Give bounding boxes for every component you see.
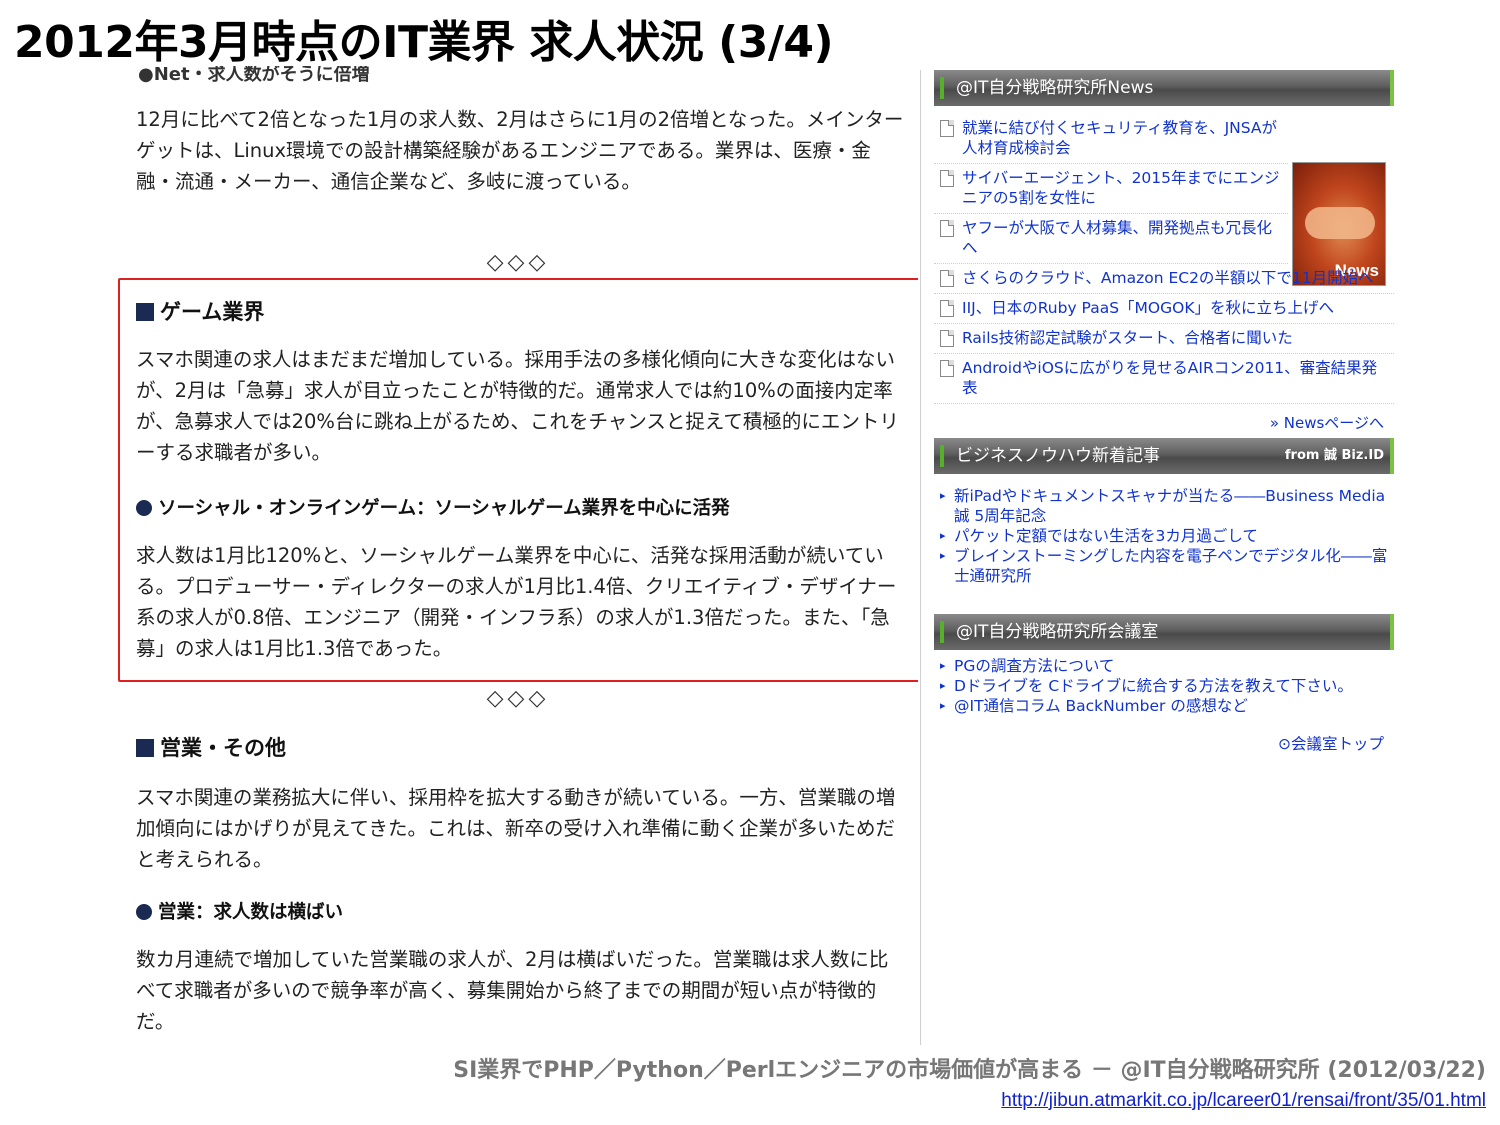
article-content: ●Net・求人数がそうに倍増 12月に比べて2倍となった1月の求人数、2月はさら…: [118, 60, 918, 1040]
meeting-topic-list: PGの調査方法について Dドライブを Cドライブに統合する方法を教えて下さい。 …: [934, 650, 1394, 716]
document-icon: [940, 120, 954, 137]
game-section-paragraph: スマホ関連の求人はまだまだ増加している。採用手法の多様化傾向に大きな変化はないが…: [136, 348, 899, 464]
biz-box-from-label: from 誠 Biz.ID: [1284, 448, 1384, 463]
meeting-box-header: @IT自分戦略研究所会議室: [934, 614, 1394, 650]
news-item[interactable]: さくらのクラウド、Amazon EC2の半額以下で11月開始へ: [934, 264, 1394, 294]
document-icon: [940, 170, 954, 187]
game-section-heading-text: ゲーム業界: [160, 300, 265, 324]
meeting-topic-link[interactable]: Dドライブを Cドライブに統合する方法を教えて下さい。: [938, 676, 1378, 696]
meeting-topic-link[interactable]: PGの調査方法について: [938, 656, 1394, 676]
news-item[interactable]: 就業に結び付くセキュリティ教育を、JNSAが人材育成検討会: [934, 114, 1288, 164]
biz-box-title: ビジネスノウハウ新着記事: [956, 446, 1160, 466]
news-item-link[interactable]: AndroidやiOSに広がりを見せるAIRコン2011、審査結果発表: [962, 358, 1388, 398]
sales-section-heading-text: 営業・その他: [160, 736, 286, 760]
meeting-top-link[interactable]: ⊙会議室トップ: [934, 716, 1394, 754]
sales-section-paragraph: スマホ関連の業務拡大に伴い、採用枠を拡大する動きが続いている。一方、営業職の増加…: [136, 786, 896, 871]
document-icon: [940, 360, 954, 377]
square-bullet-icon: [136, 303, 154, 321]
meeting-box-title: @IT自分戦略研究所会議室: [956, 622, 1159, 642]
handshake-icon: [1305, 207, 1375, 239]
news-item[interactable]: Rails技術認定試験がスタート、合格者に聞いた: [934, 324, 1394, 354]
biz-article-link[interactable]: 新iPadやドキュメントスキャナが当たる――Business Media 誠 5…: [938, 486, 1394, 526]
circle-bullet-icon: [136, 904, 152, 920]
news-item[interactable]: サイバーエージェント、2015年までにエンジニアの5割を女性に: [934, 164, 1288, 214]
biz-article-list: 新iPadやドキュメントスキャナが当たる――Business Media 誠 5…: [934, 474, 1394, 586]
section-separator: ◇◇◇: [486, 686, 550, 711]
news-item-link[interactable]: IIJ、日本のRuby PaaS「MOGOK」を秋に立ち上げへ: [962, 298, 1334, 318]
news-more-link[interactable]: » Newsページへ: [934, 404, 1394, 438]
sales-section-heading: 営業・その他: [136, 732, 286, 762]
source-citation: SI業界でPHP／Python／Perlエンジニアの市場価値が高まる － @IT…: [453, 1058, 1486, 1083]
document-icon: [940, 270, 954, 287]
news-item-link[interactable]: Rails技術認定試験がスタート、合格者に聞いた: [962, 328, 1293, 348]
news-item-link[interactable]: さくらのクラウド、Amazon EC2の半額以下で11月開始へ: [962, 268, 1374, 288]
biz-article-link[interactable]: ブレインストーミングした内容を電子ペンでデジタル化――富士通研究所: [938, 546, 1394, 586]
document-icon: [940, 300, 954, 317]
document-icon: [940, 330, 954, 347]
news-item[interactable]: IIJ、日本のRuby PaaS「MOGOK」を秋に立ち上げへ: [934, 294, 1394, 324]
news-item-link[interactable]: 就業に結び付くセキュリティ教育を、JNSAが人材育成検討会: [962, 118, 1282, 158]
game-subheading-text: ソーシャル・オンラインゲーム：ソーシャルゲーム業界を中心に活発: [158, 498, 730, 519]
game-section-heading: ゲーム業界: [136, 296, 264, 326]
biz-article-link[interactable]: パケット定額ではない生活を3カ月過ごして: [938, 526, 1394, 546]
cut-off-subheading: ●Net・求人数がそうに倍増: [138, 64, 370, 85]
news-item[interactable]: AndroidやiOSに広がりを見せるAIRコン2011、審査結果発表: [934, 354, 1394, 404]
sales-subheading-text: 営業：求人数は横ばい: [158, 902, 344, 923]
news-list: News 就業に結び付くセキュリティ教育を、JNSAが人材育成検討会 サイバーエ…: [934, 106, 1394, 438]
game-subparagraph: 求人数は1月比120%と、ソーシャルゲーム業界を中心に、活発な採用活動が続いてい…: [136, 544, 897, 660]
game-subheading: ソーシャル・オンラインゲーム：ソーシャルゲーム業界を中心に活発: [136, 494, 730, 520]
sidebar: @IT自分戦略研究所News News 就業に結び付くセキュリティ教育を、JNS…: [934, 70, 1394, 754]
news-item[interactable]: ヤフーが大阪で人材募集、開発拠点も冗長化へ: [934, 214, 1288, 264]
section-separator: ◇◇◇: [486, 250, 550, 275]
column-divider: [920, 70, 921, 1045]
intro-paragraph: 12月に比べて2倍となった1月の求人数、2月はさらに1月の2倍増となった。メイン…: [136, 108, 904, 193]
news-item-link[interactable]: ヤフーが大阪で人材募集、開発拠点も冗長化へ: [962, 218, 1282, 258]
document-icon: [940, 220, 954, 237]
news-item-link[interactable]: サイバーエージェント、2015年までにエンジニアの5割を女性に: [962, 168, 1282, 208]
circle-bullet-icon: [136, 500, 152, 516]
sales-subparagraph: 数カ月連続で増加していた営業職の求人が、2月は横ばいだった。営業職は求人数に比べ…: [136, 948, 889, 1033]
source-url-link[interactable]: http://jibun.atmarkit.co.jp/lcareer01/re…: [1001, 1090, 1486, 1112]
square-bullet-icon: [136, 739, 154, 757]
news-box-header: @IT自分戦略研究所News: [934, 70, 1394, 106]
news-box-title: @IT自分戦略研究所News: [956, 78, 1154, 98]
sales-subheading: 営業：求人数は横ばい: [136, 898, 343, 924]
meeting-topic-link[interactable]: @IT通信コラム BackNumber の感想など: [938, 696, 1394, 716]
biz-box-header: ビジネスノウハウ新着記事 from 誠 Biz.ID: [934, 438, 1394, 474]
